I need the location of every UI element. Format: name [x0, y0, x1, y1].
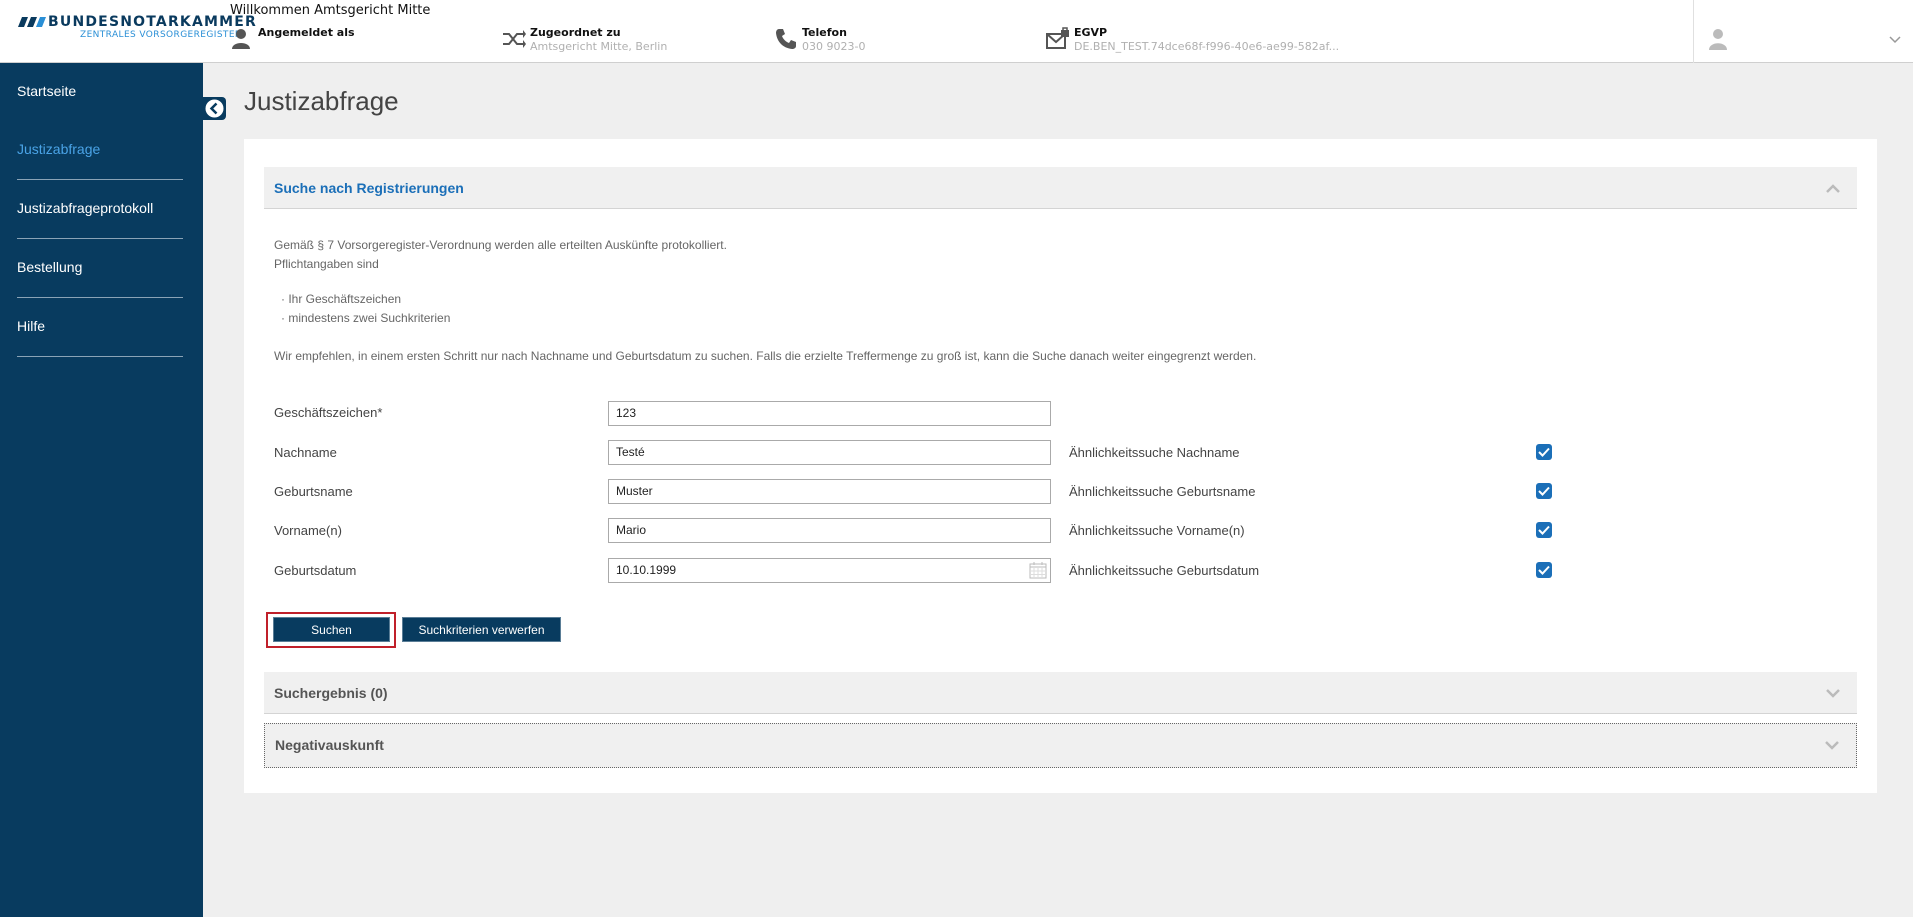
welcome-text: Willkommen Amtsgericht Mitte	[230, 3, 431, 18]
reset-criteria-button[interactable]: Suchkriterien verwerfen	[402, 617, 561, 642]
recommendation-text: Wir empfehlen, in einem ersten Schritt n…	[274, 349, 1257, 363]
chevron-down-icon	[1826, 689, 1840, 698]
chevron-left-circle-icon	[205, 99, 224, 118]
search-panel-title: Suche nach Registrierungen	[274, 180, 464, 196]
phone-label: Telefon	[802, 26, 847, 39]
sidebar-item-justizabfrage[interactable]: Justizabfrage	[17, 121, 183, 180]
lastname-similar-checkbox[interactable]	[1536, 444, 1552, 460]
intro-text-2: Pflichtangaben sind	[274, 257, 379, 271]
birthdate-value: 10.10.1999	[616, 563, 677, 577]
assigned-label: Zugeordnet zu	[530, 26, 621, 39]
sidebar: Startseite Justizabfrage Justizabfragepr…	[0, 63, 203, 917]
firstname-similar-label: Ähnlichkeitssuche Vorname(n)	[1069, 523, 1245, 538]
chevron-up-icon	[1826, 184, 1840, 193]
firstname-similar-checkbox[interactable]	[1536, 522, 1552, 538]
birthname-similar-checkbox[interactable]	[1536, 483, 1552, 499]
bundesnotarkammer-logo[interactable]: BUNDESNOTARKAMMER ZENTRALES VORSORGEREGI…	[18, 14, 256, 44]
brand-subtitle: ZENTRALES VORSORGEREGISTER	[80, 30, 242, 40]
sidebar-item-justizabfrageprotokoll[interactable]: Justizabfrageprotokoll	[17, 180, 183, 239]
top-header: BUNDESNOTARKAMMER ZENTRALES VORSORGEREGI…	[0, 0, 1913, 63]
secure-mail-icon	[1046, 27, 1069, 49]
page-title: Justizabfrage	[244, 86, 399, 116]
lastname-similar-label: Ähnlichkeitssuche Nachname	[1069, 445, 1240, 460]
sidebar-item-hilfe[interactable]: Hilfe	[17, 298, 183, 357]
bullet-reference: · Ihr Geschäftszeichen	[281, 292, 402, 306]
birthdate-label: Geburtsdatum	[274, 563, 357, 578]
reference-input[interactable]: 123	[608, 401, 1051, 426]
result-panel-title: Suchergebnis (0)	[274, 685, 388, 701]
assigned-value: Amtsgericht Mitte, Berlin	[530, 40, 668, 53]
chevron-down-icon	[1825, 741, 1839, 750]
user-menu[interactable]	[1693, 0, 1913, 63]
search-button[interactable]: Suchen	[273, 617, 390, 642]
birthname-label: Geburtsname	[274, 484, 353, 499]
bullet-criteria: · mindestens zwei Suchkriterien	[281, 311, 451, 325]
egvp-value: DE.BEN_TEST.74dce68f-f996-40e6-ae99-582a…	[1074, 40, 1340, 53]
checkmark-icon	[1538, 565, 1550, 575]
content-card: Suche nach Registrierungen Gemäß § 7 Vor…	[244, 139, 1877, 793]
sidebar-collapse-button[interactable]	[203, 97, 226, 120]
checkmark-icon	[1538, 525, 1550, 535]
calendar-icon[interactable]	[1029, 562, 1047, 579]
checkmark-icon	[1538, 486, 1550, 496]
sidebar-item-startseite[interactable]: Startseite	[17, 63, 183, 122]
sidebar-item-label: Startseite	[17, 83, 77, 99]
logo-stripes-icon	[18, 17, 46, 27]
firstname-label: Vorname(n)	[274, 523, 342, 538]
birthdate-similar-checkbox[interactable]	[1536, 562, 1552, 578]
egvp-label: EGVP	[1074, 26, 1108, 39]
lastname-label: Nachname	[274, 445, 337, 460]
chevron-down-icon	[1889, 36, 1901, 44]
sidebar-item-label: Justizabfrage	[17, 141, 101, 157]
negative-panel-header[interactable]: Negativauskunft	[264, 723, 1857, 768]
sidebar-item-label: Bestellung	[17, 259, 83, 275]
reference-label: Geschäftszeichen*	[274, 405, 383, 420]
sidebar-item-label: Justizabfrageprotokoll	[17, 200, 154, 216]
sidebar-item-label: Hilfe	[17, 318, 46, 334]
firstname-input[interactable]: Mario	[608, 518, 1051, 543]
brand-name: BUNDESNOTARKAMMER	[48, 14, 258, 30]
birthdate-similar-label: Ähnlichkeitssuche Geburtsdatum	[1069, 563, 1260, 578]
birthname-input[interactable]: Muster	[608, 479, 1051, 504]
logged-in-label: Angemeldet als	[258, 26, 355, 39]
checkmark-icon	[1538, 447, 1550, 457]
phone-icon	[776, 29, 796, 49]
birthdate-input[interactable]: 10.10.1999	[608, 558, 1051, 583]
phone-value: 030 9023-0	[802, 40, 866, 53]
avatar-icon	[1709, 29, 1727, 50]
shuffle-icon	[503, 30, 526, 48]
lastname-input[interactable]: Testé	[608, 440, 1051, 465]
user-icon	[232, 29, 250, 49]
sidebar-item-bestellung[interactable]: Bestellung	[17, 239, 183, 298]
search-panel-header[interactable]: Suche nach Registrierungen	[264, 167, 1857, 209]
birthname-similar-label: Ähnlichkeitssuche Geburtsname	[1069, 484, 1256, 499]
result-panel-header[interactable]: Suchergebnis (0)	[264, 672, 1857, 714]
negative-panel-title: Negativauskunft	[275, 737, 384, 753]
intro-text-1: Gemäß § 7 Vorsorgeregister-Verordnung we…	[274, 238, 727, 252]
